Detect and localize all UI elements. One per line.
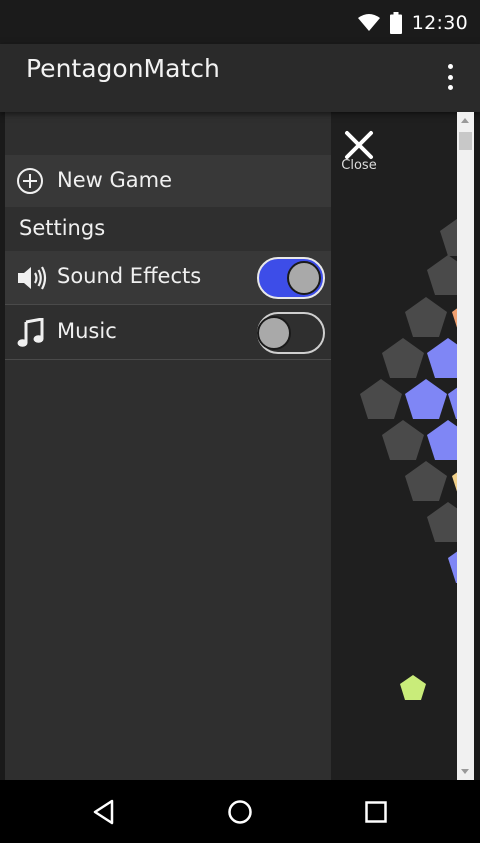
pentagon-tile[interactable] [427, 420, 457, 460]
sound-effects-row[interactable]: Sound Effects [5, 251, 331, 305]
settings-header: Settings [5, 207, 331, 251]
pentagon-tile[interactable] [382, 420, 424, 460]
music-toggle[interactable] [257, 312, 325, 354]
wifi-icon [357, 14, 380, 31]
music-note-icon [17, 318, 44, 347]
sound-effects-toggle[interactable] [257, 257, 325, 299]
music-row[interactable]: Music [5, 306, 331, 360]
back-icon[interactable] [88, 796, 120, 828]
toggle-knob[interactable] [287, 261, 321, 295]
new-game-label: New Game [57, 168, 172, 192]
app-bar: PentagonMatch [0, 44, 480, 112]
pentagon-tile[interactable] [427, 255, 457, 295]
pentagon-tile-lime[interactable] [400, 675, 426, 700]
recents-icon[interactable] [360, 796, 392, 828]
add-circle-icon [17, 168, 43, 194]
status-bar: 12:30 [0, 0, 480, 44]
pentagon-tile[interactable] [427, 502, 457, 542]
navigation-drawer: New Game Settings Sound Effects Music [5, 112, 331, 780]
close-icon [345, 131, 373, 159]
settings-label: Settings [19, 216, 106, 240]
sound-effects-label: Sound Effects [57, 264, 202, 288]
system-nav-bar [0, 780, 480, 843]
overflow-menu-button[interactable] [438, 62, 462, 92]
app-screen: 12:30 PentagonMatch Close New Game Setti… [0, 0, 480, 843]
toggle-knob[interactable] [257, 316, 291, 350]
scrollbar[interactable] [457, 112, 474, 780]
pentagon-tile[interactable] [448, 379, 457, 419]
pentagon-tile[interactable] [427, 338, 457, 378]
app-title: PentagonMatch [26, 54, 220, 83]
pentagon-tile[interactable] [382, 338, 424, 378]
battery-icon [389, 12, 402, 34]
music-label: Music [57, 319, 117, 343]
pentagon-tile[interactable] [405, 379, 447, 419]
speaker-icon [18, 266, 47, 290]
pentagon-tile[interactable] [448, 543, 457, 583]
pentagon-tile[interactable] [440, 216, 457, 256]
pentagon-tile[interactable] [405, 461, 447, 501]
more-vert-icon [447, 64, 453, 69]
more-vert-icon-dot [447, 85, 453, 90]
game-board[interactable] [331, 112, 457, 780]
scroll-down-arrow-icon[interactable] [461, 769, 469, 774]
new-game-item[interactable]: New Game [5, 155, 331, 207]
pentagon-board [360, 216, 457, 700]
more-vert-icon-dot [447, 74, 453, 80]
right-edge [474, 112, 480, 780]
close-label: Close [341, 158, 377, 173]
home-icon[interactable] [224, 796, 256, 828]
pentagon-tile[interactable] [360, 379, 402, 419]
status-time: 12:30 [411, 12, 468, 34]
pentagon-tile[interactable] [405, 297, 447, 337]
close-button[interactable]: Close [332, 126, 386, 180]
scrollbar-thumb[interactable] [459, 132, 472, 150]
scroll-up-arrow-icon[interactable] [461, 118, 469, 123]
